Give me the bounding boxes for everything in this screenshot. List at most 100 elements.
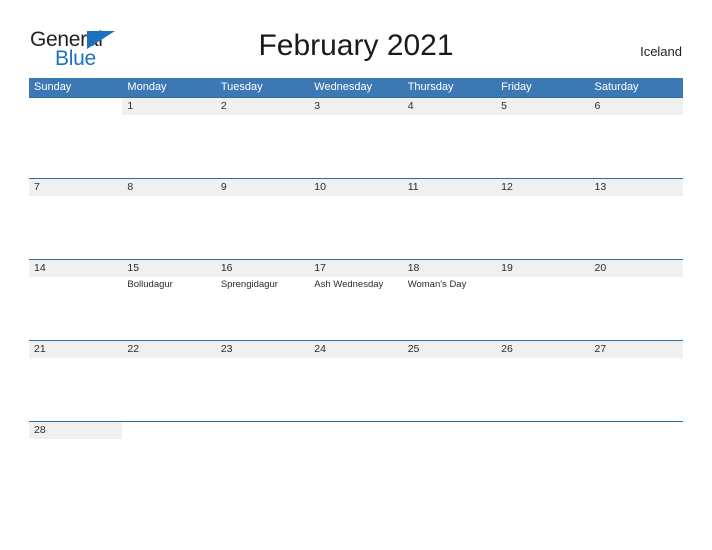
day-event: Bolludagur	[127, 279, 173, 290]
day-cell[interactable]	[122, 422, 216, 502]
day-cell[interactable]: 3	[309, 98, 403, 178]
day-event: Woman's Day	[407, 279, 467, 290]
day-cell[interactable]	[589, 422, 683, 502]
day-event	[403, 439, 496, 441]
day-cell[interactable]: 12	[496, 179, 590, 259]
day-number: 26	[501, 343, 513, 355]
day-number: 15	[127, 262, 140, 274]
day-cell[interactable]: 24	[309, 341, 403, 421]
day-number	[216, 422, 309, 439]
day-number: 18	[407, 262, 420, 274]
day-number: 3	[314, 100, 321, 112]
day-number: 2	[220, 100, 227, 112]
day-event	[590, 358, 683, 360]
calendar-week-row: 14 15 Bolludagur 16 Sprengidagur 17 Ash …	[29, 259, 683, 340]
day-event	[496, 439, 589, 441]
day-event	[216, 358, 309, 360]
day-event	[496, 196, 589, 198]
day-event	[29, 115, 122, 117]
weekday-header-saturday: Saturday	[594, 81, 639, 93]
day-number: 10	[314, 181, 326, 193]
day-event	[122, 358, 215, 360]
day-event: Sprengidagur	[220, 279, 278, 290]
day-cell[interactable]: 21	[29, 341, 123, 421]
day-event	[496, 115, 589, 117]
day-number: 20	[594, 262, 607, 274]
day-number: 14	[34, 262, 46, 274]
day-number: 27	[594, 343, 607, 355]
day-cell[interactable]: 23	[215, 341, 310, 421]
day-number: 22	[127, 343, 140, 355]
day-cell[interactable]: 13	[589, 179, 683, 259]
calendar-week-row: 21 22 23 24 25 26 27	[29, 340, 683, 421]
day-cell[interactable]: 6	[589, 98, 683, 178]
day-number: 8	[127, 181, 134, 193]
day-cell[interactable]: 20	[589, 260, 683, 340]
day-cell[interactable]: 9	[215, 179, 310, 259]
day-number: 25	[407, 343, 420, 355]
day-cell[interactable]: 28	[29, 422, 123, 502]
day-event	[216, 439, 309, 441]
day-cell[interactable]: 18 Woman's Day	[402, 260, 497, 340]
day-event	[309, 358, 402, 360]
day-cell[interactable]: 22	[122, 341, 216, 421]
day-number	[403, 422, 496, 439]
day-cell[interactable]: 27	[589, 341, 683, 421]
day-cell[interactable]: 16 Sprengidagur	[215, 260, 310, 340]
day-cell[interactable]: 5	[496, 98, 590, 178]
day-number: 9	[220, 181, 227, 193]
weekday-header-wednesday: Wednesday	[314, 81, 373, 93]
day-event	[590, 277, 683, 279]
day-cell[interactable]: 14	[29, 260, 123, 340]
day-event	[590, 439, 683, 441]
day-number: 7	[34, 181, 40, 193]
day-number: 16	[220, 262, 233, 274]
day-cell[interactable]: 15 Bolludagur	[122, 260, 216, 340]
day-cell[interactable]: 2	[215, 98, 310, 178]
day-cell[interactable]	[496, 422, 590, 502]
day-cell[interactable]: 26	[496, 341, 590, 421]
day-cell[interactable]: 11	[402, 179, 497, 259]
day-number: 24	[314, 343, 326, 355]
day-event	[403, 358, 496, 360]
day-cell[interactable]: 7	[29, 179, 123, 259]
day-number: 17	[314, 262, 326, 274]
calendar-week-row: 28	[29, 421, 683, 502]
day-event	[309, 439, 402, 441]
day-number	[122, 422, 215, 439]
day-number: 28	[34, 424, 46, 436]
day-event	[29, 439, 122, 441]
weekday-header-friday: Friday	[501, 81, 532, 93]
day-cell[interactable]	[309, 422, 403, 502]
day-number: 12	[501, 181, 513, 193]
day-cell[interactable]: 19	[496, 260, 590, 340]
day-cell[interactable]	[29, 98, 123, 178]
day-number	[590, 422, 683, 439]
day-number: 6	[594, 100, 601, 112]
day-cell[interactable]: 8	[122, 179, 216, 259]
day-number: 11	[407, 181, 419, 193]
day-event	[29, 196, 122, 198]
day-cell[interactable]	[215, 422, 310, 502]
weekday-header-thursday: Thursday	[407, 81, 454, 93]
weekday-header-row: Sunday Monday Tuesday Wednesday Thursday…	[29, 78, 683, 97]
day-event	[496, 358, 589, 360]
day-event	[122, 196, 215, 198]
day-event	[590, 196, 683, 198]
day-cell[interactable]: 4	[402, 98, 497, 178]
page-title: February 2021	[258, 29, 454, 62]
calendar-week-row: 7 8 9 10 11 12 13	[29, 178, 683, 259]
day-event	[216, 196, 309, 198]
calendar-week-row: 1 2 3 4 5 6	[29, 97, 683, 178]
locale-label: Iceland	[640, 44, 682, 59]
day-cell[interactable]: 25	[402, 341, 497, 421]
day-cell[interactable]: 17 Ash Wednesday	[309, 260, 403, 340]
calendar-grid: Sunday Monday Tuesday Wednesday Thursday…	[29, 78, 683, 502]
day-event	[403, 115, 496, 117]
day-cell[interactable]	[402, 422, 497, 502]
day-cell[interactable]: 1	[122, 98, 216, 178]
day-number: 4	[407, 100, 414, 112]
day-event	[122, 115, 215, 117]
day-cell[interactable]: 10	[309, 179, 403, 259]
day-number	[309, 422, 402, 439]
